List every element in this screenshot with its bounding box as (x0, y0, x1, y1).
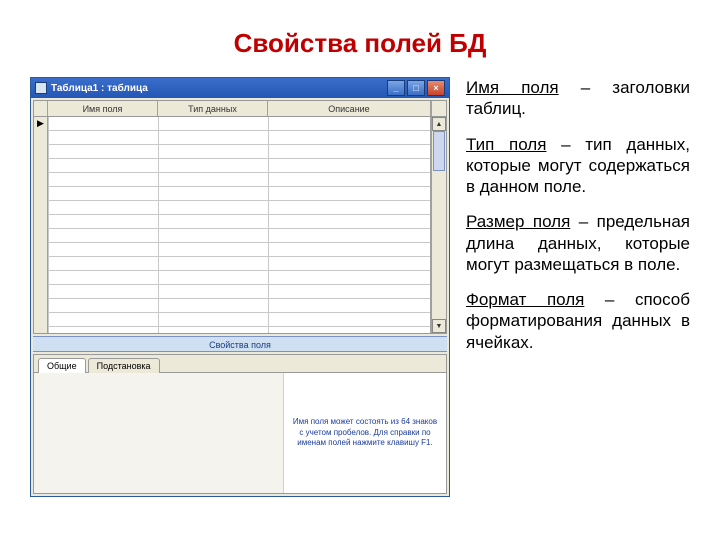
tab-lookup[interactable]: Подстановка (88, 358, 160, 373)
explain-field-name: Имя поля – заголовки таблиц. (466, 77, 690, 120)
grid-header-fieldname: Имя поля (48, 101, 158, 116)
tab-general[interactable]: Общие (38, 358, 86, 373)
design-grid: Имя поля Тип данных Описание ▶ ▲ ▼ (33, 100, 447, 334)
property-list[interactable] (34, 373, 284, 493)
term-field-size: Размер поля (466, 212, 570, 231)
explanations: Имя поля – заголовки таблиц. Тип поля – … (466, 77, 690, 497)
grid-rows[interactable]: ▶ (34, 117, 431, 333)
field-properties-pane: Общие Подстановка Имя поля может состоят… (33, 354, 447, 494)
term-field-type: Тип поля (466, 135, 546, 154)
app-icon (35, 82, 47, 94)
term-field-format: Формат поля (466, 290, 584, 309)
grid-header-scroll-corner (431, 101, 446, 116)
scroll-thumb[interactable] (433, 131, 445, 171)
slide-title: Свойства полей БД (0, 0, 720, 77)
property-body: Имя поля может состоять из 64 знаков с у… (34, 373, 446, 493)
scroll-down-button[interactable]: ▼ (432, 319, 446, 333)
row-selector-gutter (34, 117, 48, 333)
field-properties-label: Свойства поля (33, 336, 447, 352)
close-button[interactable]: × (427, 80, 445, 96)
grid-header: Имя поля Тип данных Описание (34, 101, 446, 117)
access-window: Таблица1 : таблица _ □ × Имя поля Тип да… (30, 77, 450, 497)
minimize-button[interactable]: _ (387, 80, 405, 96)
grid-header-description: Описание (268, 101, 431, 116)
vertical-scrollbar[interactable]: ▲ ▼ (431, 117, 446, 333)
maximize-button[interactable]: □ (407, 80, 425, 96)
explain-field-type: Тип поля – тип данных, которые могут сод… (466, 134, 690, 198)
property-tabs: Общие Подстановка (34, 355, 446, 373)
grid-header-selector (34, 101, 48, 116)
grid-body: ▶ ▲ ▼ (34, 117, 446, 333)
window-titlebar: Таблица1 : таблица _ □ × (31, 78, 449, 98)
term-field-name: Имя поля (466, 78, 559, 97)
explain-field-format: Формат поля – способ форматирования данн… (466, 289, 690, 353)
grid-header-datatype: Тип данных (158, 101, 268, 116)
content-row: Таблица1 : таблица _ □ × Имя поля Тип да… (0, 77, 720, 497)
scroll-up-button[interactable]: ▲ (432, 117, 446, 131)
window-title: Таблица1 : таблица (51, 83, 148, 94)
current-row-marker-icon: ▶ (37, 118, 44, 129)
explain-field-size: Размер поля – предельная длина данных, к… (466, 211, 690, 275)
property-hint: Имя поля может состоять из 64 знаков с у… (284, 373, 446, 493)
